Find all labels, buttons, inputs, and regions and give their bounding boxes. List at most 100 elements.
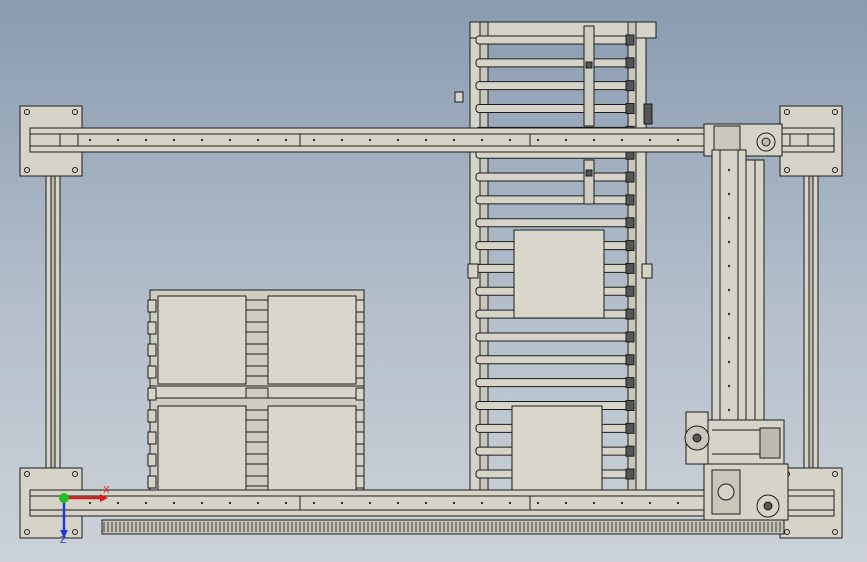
pallet-slat — [355, 365, 365, 379]
pallet-slat — [147, 321, 157, 335]
fastener — [312, 501, 316, 505]
pallet-slat — [147, 365, 157, 379]
fastener — [396, 138, 400, 142]
fastener — [144, 501, 148, 505]
roller-end-cap — [625, 354, 635, 366]
guide-clamp — [585, 61, 593, 69]
conveyor-bracket — [641, 263, 653, 279]
top-beam-end-block-right — [789, 133, 809, 147]
fastener — [200, 138, 204, 142]
fastener — [727, 240, 731, 244]
fastener — [116, 501, 120, 505]
roller-end-cap — [625, 80, 635, 92]
fastener — [424, 501, 428, 505]
carton-on-conveyor — [513, 229, 605, 319]
fastener — [536, 501, 540, 505]
fastener — [452, 501, 456, 505]
pallet-slat — [355, 299, 365, 313]
pallet-slat — [147, 299, 157, 313]
roller-end-cap — [625, 103, 635, 115]
fastener — [228, 138, 232, 142]
fastener — [116, 138, 120, 142]
fastener — [200, 501, 204, 505]
roller-end-cap — [625, 217, 635, 229]
fastener — [88, 138, 92, 142]
fastener — [727, 264, 731, 268]
pallet-stack[interactable] — [147, 289, 365, 491]
fastener — [256, 501, 260, 505]
fastener — [452, 138, 456, 142]
roller-end-cap — [625, 34, 635, 46]
roller-end-cap — [625, 399, 635, 411]
fastener — [620, 138, 624, 142]
roller-end-cap — [625, 240, 635, 252]
pallet-slat — [245, 387, 269, 399]
pallet-slat — [355, 387, 365, 401]
pallet-slat — [245, 409, 269, 421]
carton — [157, 295, 247, 385]
pallet-slat — [355, 409, 365, 423]
pallet-slat — [355, 343, 365, 357]
pallet-slat — [147, 387, 157, 401]
conveyor-roller — [475, 81, 635, 91]
fastener — [564, 138, 568, 142]
pallet-slat — [355, 453, 365, 467]
conveyor-roller — [475, 218, 635, 228]
conveyor-inner-rail-right — [627, 21, 637, 491]
photo-sensor — [454, 91, 464, 103]
pallet-slat — [245, 453, 269, 465]
pallet-slat — [355, 431, 365, 445]
fastener — [312, 138, 316, 142]
guide-clamp — [585, 169, 593, 177]
fastener — [676, 501, 680, 505]
pallet-slat — [245, 321, 269, 333]
gripper-head[interactable] — [684, 411, 785, 465]
fastener — [368, 138, 372, 142]
fastener — [727, 192, 731, 196]
fastener — [508, 501, 512, 505]
fastener — [727, 360, 731, 364]
pallet-slat — [147, 475, 157, 489]
carton — [157, 405, 247, 491]
fastener — [727, 216, 731, 220]
fastener — [727, 168, 731, 172]
conveyor-roller — [475, 104, 635, 114]
cad-viewport[interactable]: X Z — [0, 0, 867, 562]
assembly-drawing[interactable] — [0, 0, 867, 562]
bottom-carriage[interactable] — [703, 463, 789, 521]
carton — [267, 295, 357, 385]
fastener — [508, 138, 512, 142]
conveyor-sensor — [643, 103, 653, 125]
pallet-slat — [147, 409, 157, 423]
roller-end-cap — [625, 262, 635, 274]
pallet-slat — [147, 431, 157, 445]
fastener — [648, 501, 652, 505]
bottom-carriage-gear — [717, 483, 735, 501]
roller-end-cap — [625, 468, 635, 480]
fastener — [620, 501, 624, 505]
fastener — [727, 312, 731, 316]
conveyor-guide-bar — [583, 25, 595, 127]
pallet-slat — [147, 343, 157, 357]
fastener — [592, 138, 596, 142]
fastener — [676, 138, 680, 142]
pallet-slat — [147, 453, 157, 467]
fastener — [256, 138, 260, 142]
pallet-slat — [245, 475, 269, 487]
conveyor-roller — [475, 378, 635, 388]
gear-rack — [101, 519, 785, 535]
fastener — [284, 501, 288, 505]
conveyor-roller — [475, 195, 635, 205]
roller-end-cap — [625, 377, 635, 389]
roller-end-cap — [625, 57, 635, 69]
top-carriage-pulley-hub — [761, 137, 771, 147]
roller-end-cap — [625, 422, 635, 434]
fastener — [228, 501, 232, 505]
fastener — [564, 501, 568, 505]
fastener — [88, 501, 92, 505]
fastener — [340, 138, 344, 142]
column-left-inner — [50, 171, 56, 473]
fastener — [727, 384, 731, 388]
conveyor-roller — [475, 332, 635, 342]
roller-end-cap — [625, 194, 635, 206]
